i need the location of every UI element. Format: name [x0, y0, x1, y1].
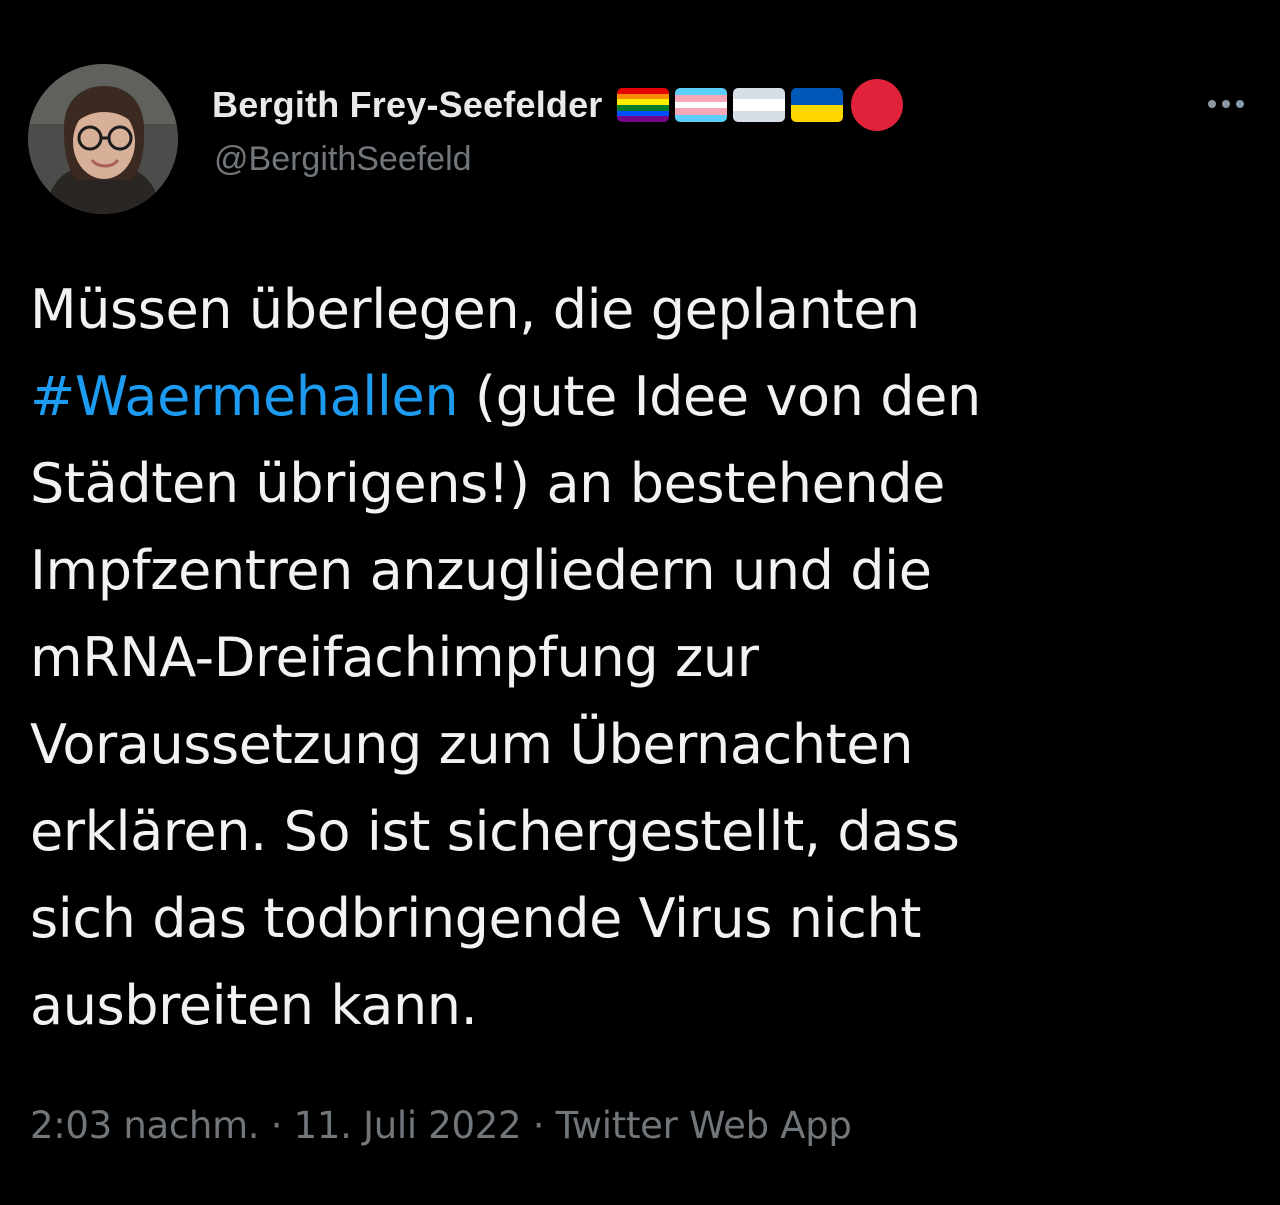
ellipsis-icon: [1236, 100, 1244, 108]
rainbow-flag-icon: [616, 88, 669, 122]
hashtag-link[interactable]: #Waermehallen: [30, 365, 459, 428]
ellipsis-icon: [1222, 100, 1230, 108]
tweet-line: Impfzentren anzugliedern und die: [30, 539, 932, 602]
tweet-card: Bergith Frey-Seefelder @BergithSeefeld M…: [0, 0, 1280, 1205]
tweet-line: ausbreiten kann.: [30, 974, 478, 1037]
profile-badges: [616, 79, 903, 131]
tweet-line-text: (gute Idee von den: [458, 365, 981, 428]
author-handle[interactable]: @BergithSeefeld: [214, 140, 472, 179]
tweet-line: #Waermehallen (gute Idee von den: [30, 353, 1250, 440]
flag-icon: [732, 88, 785, 122]
tweet-text: Müssen überlegen, die geplanten #Waermeh…: [30, 266, 1250, 1049]
display-name[interactable]: Bergith Frey-Seefelder: [212, 84, 603, 126]
meta-separator: ·: [259, 1104, 294, 1147]
ellipsis-icon: [1208, 100, 1216, 108]
avatar[interactable]: [28, 64, 178, 214]
red-circle-icon: [850, 79, 903, 131]
tweet-meta: 2:03 nachm. · 11. Juli 2022 · Twitter We…: [30, 1104, 852, 1147]
tweet-time[interactable]: 2:03 nachm.: [30, 1104, 260, 1147]
tweet-line: erklären. So ist sichergestellt, dass: [30, 800, 960, 863]
ukraine-flag-icon: [790, 88, 843, 122]
author-row: Bergith Frey-Seefelder: [212, 79, 903, 131]
tweet-line: mRNA-Dreifachimpfung zur: [30, 626, 759, 689]
more-options-button[interactable]: [1196, 86, 1256, 122]
meta-separator: ·: [521, 1104, 556, 1147]
tweet-line: sich das todbringende Virus nicht: [30, 887, 922, 950]
tweet-date[interactable]: 11. Juli 2022: [294, 1104, 522, 1147]
avatar-photo: [28, 64, 178, 214]
transgender-flag-icon: [674, 88, 727, 122]
tweet-line: Städten übrigens!) an bestehende: [30, 452, 945, 515]
tweet-line: Voraussetzung zum Übernachten: [30, 713, 914, 776]
tweet-source[interactable]: Twitter Web App: [556, 1104, 852, 1147]
tweet-line: Müssen überlegen, die geplanten: [30, 278, 920, 341]
